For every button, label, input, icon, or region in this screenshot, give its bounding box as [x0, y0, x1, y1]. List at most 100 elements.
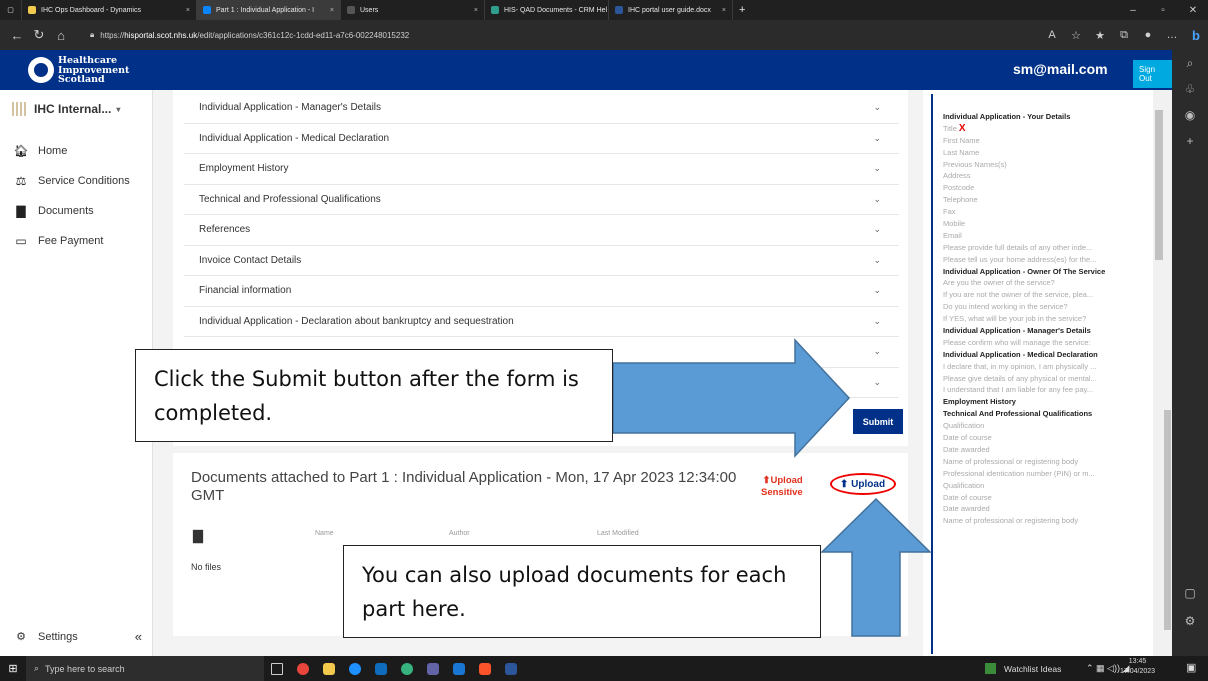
details-text: Title	[943, 123, 957, 133]
favorites-icon[interactable]: ★	[1088, 29, 1112, 42]
sidebar-item-home[interactable]: 🏠︎ Home	[12, 144, 67, 158]
gear-icon[interactable]: ⚙	[1172, 608, 1208, 634]
sign-out-button[interactable]: Sign Out	[1133, 60, 1172, 88]
chevron-down-icon: ⌄	[873, 346, 881, 357]
upload-sensitive-button[interactable]: ⬆Upload Sensitive	[761, 475, 803, 499]
edge-icon[interactable]	[394, 656, 420, 681]
brave-icon[interactable]	[472, 656, 498, 681]
details-panel: Individual Application - Your Details Tit…	[923, 90, 1168, 656]
accordion-section[interactable]: References ⌄	[184, 215, 899, 246]
minimize-icon[interactable]: –	[1118, 5, 1148, 16]
outlook-app-icon[interactable]	[446, 656, 472, 681]
details-text: Previous Names(s)	[943, 159, 1007, 169]
restore-icon[interactable]: ▫	[1148, 5, 1178, 16]
read-aloud-icon[interactable]: A	[1040, 29, 1064, 41]
details-text: Individual Application - Owner Of The Se…	[943, 266, 1106, 276]
accordion-section[interactable]: Invoice Contact Details ⌄	[184, 246, 899, 276]
shopping-icon[interactable]: ♧	[1172, 76, 1208, 102]
search-placeholder: Type here to search	[45, 663, 125, 674]
panel-rule	[931, 94, 933, 654]
accordion-section[interactable]: Technical and Professional Qualification…	[184, 185, 899, 215]
close-icon[interactable]: ×	[324, 7, 334, 14]
file-explorer-icon[interactable]	[316, 656, 342, 681]
sidebar-item-service-conditions[interactable]: ⚖︎ Service Conditions	[12, 174, 130, 188]
details-field-label: First Name	[943, 135, 1153, 147]
panel-icon[interactable]: ▢	[1172, 580, 1208, 606]
details-field-label: Date awarded	[943, 503, 1153, 515]
tab-favicon-icon	[28, 6, 36, 14]
browser-tab[interactable]: Part 1 : Individual Application - I ×	[197, 0, 341, 20]
favorite-icon[interactable]: ☆	[1064, 29, 1088, 42]
details-text: Address	[943, 171, 971, 181]
details-field-label: Date awarded	[943, 444, 1153, 456]
browser-tab[interactable]: HIS- QAD Documents - CRM Hel×	[485, 0, 609, 20]
task-view-icon[interactable]	[264, 656, 290, 681]
tab-label: Users	[360, 6, 379, 14]
details-text: Last Name	[943, 147, 980, 157]
taskbar-search[interactable]: ⌕ Type here to search	[26, 656, 264, 681]
teams-icon[interactable]	[420, 656, 446, 681]
submit-button[interactable]: Submit	[853, 409, 903, 434]
details-text: Please confirm who will manage the servi…	[943, 337, 1091, 347]
tab-actions-icon[interactable]: ▢	[0, 0, 22, 20]
sidebar-item-settings[interactable]: ⚙ Settings «	[12, 629, 142, 644]
watchlist-widget[interactable]: Watchlist Ideas	[985, 663, 1061, 674]
details-field-label: Telephone	[943, 194, 1153, 206]
outlook-icon[interactable]	[368, 656, 394, 681]
close-icon[interactable]: ×	[180, 7, 190, 14]
add-icon[interactable]: +	[1172, 128, 1208, 154]
tab-favicon-icon	[491, 6, 499, 14]
url-host: hisportal.scot.nhs.uk	[124, 30, 198, 40]
notifications-icon[interactable]: ▣	[1186, 661, 1196, 674]
card-icon: ▭	[15, 234, 27, 248]
sidebar-item-label: Fee Payment	[38, 235, 104, 247]
home-icon[interactable]: ⌂	[50, 28, 72, 43]
browser-tab[interactable]: IHC portal user guide.docx ×	[609, 0, 733, 20]
close-icon[interactable]: ×	[716, 7, 726, 14]
back-icon[interactable]: ←	[6, 28, 28, 43]
logo[interactable]: Healthcare Improvement Scotland	[58, 56, 129, 85]
browser-tab[interactable]: IHC Ops Dashboard - Dynamics ×	[22, 0, 197, 20]
column-header-name[interactable]: Name	[315, 530, 334, 537]
windows-start-icon[interactable]: ⊞	[0, 662, 26, 675]
details-text: Individual Application - Medical Declara…	[943, 349, 1098, 359]
accordion-section[interactable]: Employment History ⌄	[184, 154, 899, 185]
accordion-section[interactable]: Individual Application - Medical Declara…	[184, 124, 899, 154]
page-scroll-thumb[interactable]	[1164, 410, 1171, 630]
more-icon[interactable]: …	[1160, 29, 1184, 41]
refresh-icon[interactable]: ↻	[28, 27, 50, 43]
word-icon[interactable]	[498, 656, 524, 681]
details-text: Professional identication number (PIN) o…	[943, 468, 1095, 478]
sidebar-item-fee-payment[interactable]: ▭ Fee Payment	[12, 234, 103, 248]
upload-button[interactable]: ⬆ Upload	[840, 479, 885, 490]
details-scroll-thumb[interactable]	[1155, 110, 1163, 260]
clock[interactable]: 13:45 17/04/2023	[1120, 657, 1155, 677]
chevron-right-icon[interactable]: ›	[865, 603, 868, 614]
profile-icon[interactable]: ●	[1136, 29, 1160, 41]
accordion-section[interactable]: Individual Application - Declaration abo…	[184, 307, 899, 337]
browser-tab[interactable]: Users ×	[341, 0, 485, 20]
collapse-sidebar-button[interactable]: «	[135, 629, 142, 644]
close-icon[interactable]: ×	[468, 7, 478, 14]
new-tab-button[interactable]: +	[733, 0, 751, 20]
collections-icon[interactable]: ⧉	[1112, 29, 1136, 42]
org-selector[interactable]: IHC Internal... ▾	[12, 102, 120, 116]
chevron-left-icon[interactable]: ‹	[853, 603, 856, 614]
sidebar-item-documents[interactable]: ▇ Documents	[12, 204, 93, 218]
search-icon[interactable]: ⌕	[1172, 50, 1208, 76]
outlook-icon[interactable]: ◉	[1172, 102, 1208, 128]
section-title: Financial information	[199, 285, 292, 297]
column-header-author[interactable]: Author	[449, 530, 470, 537]
url-field[interactable]: 🔒︎ https://hisportal.scot.nhs.uk/edit/ap…	[80, 24, 860, 46]
logo-icon	[28, 57, 54, 83]
details-section-heading: Employment History	[943, 396, 1153, 408]
accordion-section[interactable]: Individual Application - Manager's Detai…	[184, 93, 899, 124]
address-bar-row: ← ↻ ⌂ 🔒︎ https://hisportal.scot.nhs.uk/e…	[0, 20, 1208, 50]
internet-explorer-icon[interactable]	[342, 656, 368, 681]
chrome-icon[interactable]	[290, 656, 316, 681]
bing-icon[interactable]: b	[1184, 28, 1208, 43]
accordion-section[interactable]: Financial information ⌄	[184, 276, 899, 307]
column-header-last-modified[interactable]: Last Modified	[597, 530, 639, 537]
file-icon: ▇	[193, 528, 203, 543]
close-window-icon[interactable]: ✕	[1178, 5, 1208, 16]
